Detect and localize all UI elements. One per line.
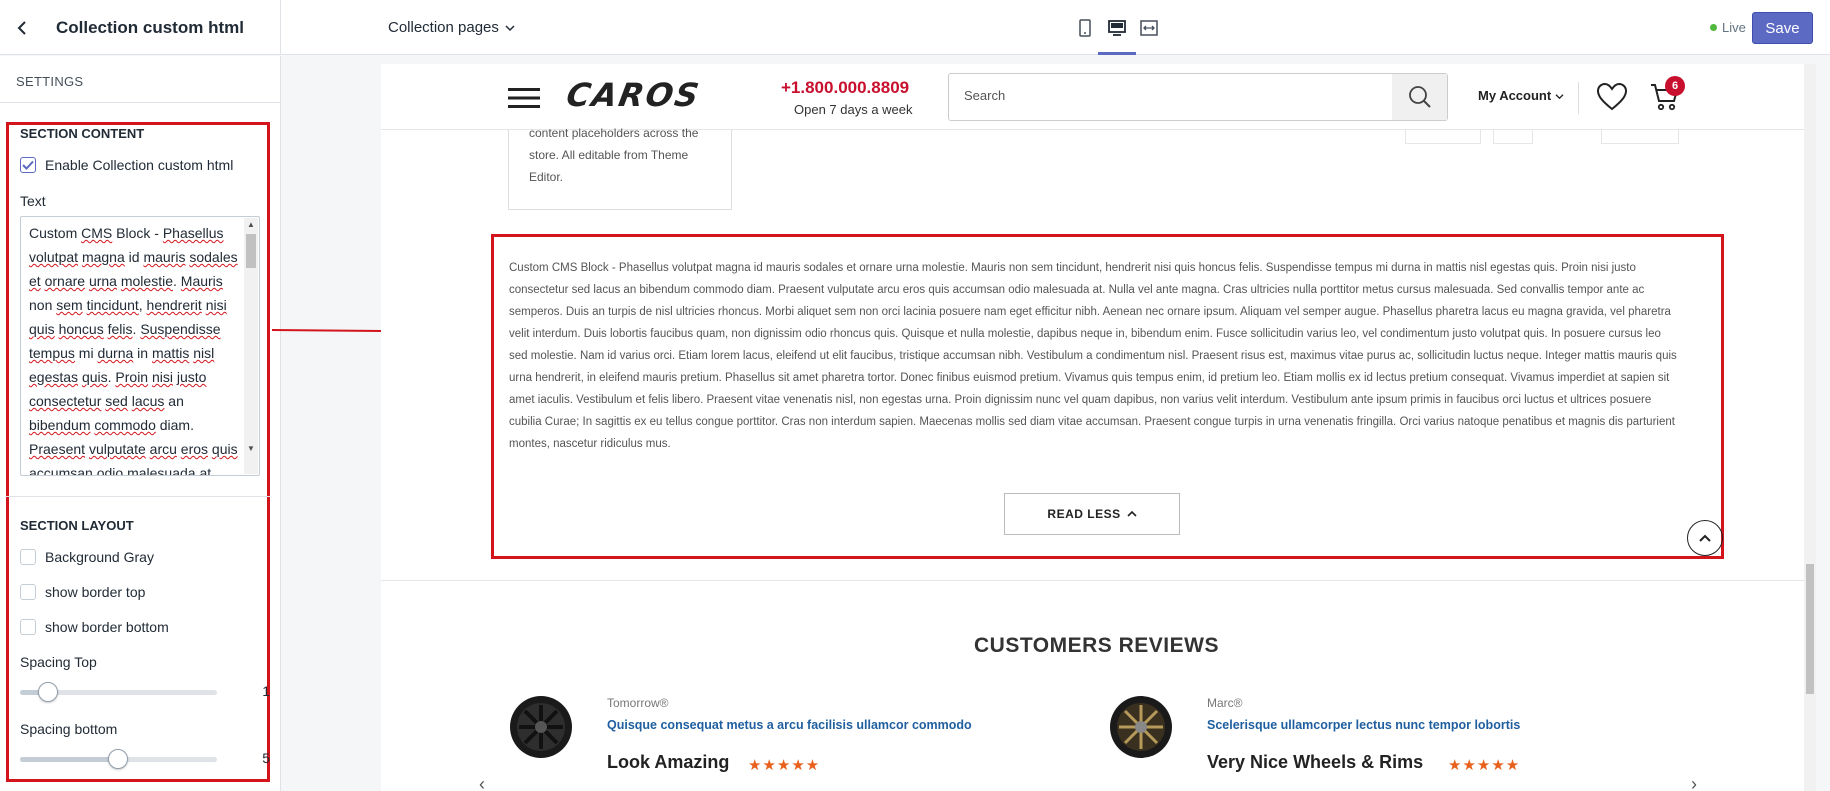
section-layout-heading: SECTION LAYOUT	[20, 518, 134, 533]
spacing-top-label: Spacing Top	[20, 654, 97, 670]
panel-title: Collection custom html	[56, 17, 244, 37]
border-top-row[interactable]: show border top	[20, 584, 145, 600]
save-button[interactable]: Save	[1752, 12, 1813, 44]
rating-stars: ★★★★★	[748, 757, 821, 774]
mobile-view-icon[interactable]	[1074, 0, 1096, 55]
panel-header: Collection custom html	[0, 0, 281, 55]
rating-stars: ★★★★★	[1448, 757, 1521, 774]
custom-html-block: Custom CMS Block - Phasellus volutpat ma…	[491, 234, 1724, 559]
textarea-content: Custom CMS Block - Phasellus volutpat ma…	[29, 225, 238, 476]
carousel-next-icon[interactable]: ›	[1691, 774, 1697, 791]
editor-topbar: Collection custom html Collection pages …	[0, 0, 1830, 55]
spacing-top-slider[interactable]	[20, 682, 217, 702]
phone-number[interactable]: +1.800.000.8809	[781, 78, 909, 98]
background-gray-row[interactable]: Background Gray	[20, 549, 154, 565]
cart-count-badge: 6	[1665, 76, 1685, 96]
spacing-top-value: 1	[262, 683, 270, 699]
search-input[interactable]: Search	[964, 88, 1005, 103]
back-chevron-icon[interactable]	[2, 0, 42, 55]
site-logo[interactable]: CAROS	[564, 76, 704, 114]
storefront-preview: CAROS +1.800.000.8809 Open 7 days a week…	[381, 64, 1812, 791]
border-bottom-label: show border bottom	[45, 619, 169, 635]
live-dot-icon	[1710, 24, 1717, 31]
page-selector[interactable]: Collection pages	[388, 0, 515, 55]
review-title: Look Amazing	[607, 752, 730, 772]
scroll-down-icon[interactable]: ▼	[246, 444, 256, 454]
site-header: CAROS +1.800.000.8809 Open 7 days a week…	[381, 64, 1812, 130]
review-author: Tomorrow®	[607, 696, 669, 710]
review-title: Very Nice Wheels & Rims	[1207, 752, 1424, 772]
settings-sidebar: SETTINGS SECTION CONTENT Enable Collecti…	[0, 56, 281, 791]
search-button[interactable]	[1392, 74, 1447, 120]
desktop-view-icon[interactable]	[1098, 0, 1136, 55]
scroll-thumb[interactable]	[246, 234, 256, 268]
review-card: Tomorrow® Quisque consequat metus a arcu…	[508, 694, 1028, 784]
slider-thumb[interactable]	[38, 682, 58, 702]
border-bottom-row[interactable]: show border bottom	[20, 619, 169, 635]
review-product-link[interactable]: Quisque consequat metus a arcu facilisis…	[607, 718, 972, 732]
search-icon	[1408, 86, 1431, 108]
partial-element	[1493, 130, 1533, 144]
settings-label: SETTINGS	[16, 74, 84, 89]
wheel-image	[1110, 696, 1172, 758]
chevron-down-icon	[1555, 94, 1564, 100]
live-status: Live	[1710, 20, 1746, 35]
hamburger-menu-icon[interactable]	[508, 88, 540, 108]
spacing-bottom-slider[interactable]	[20, 749, 217, 769]
border-top-label: show border top	[45, 584, 146, 600]
fullwidth-view-icon[interactable]	[1138, 0, 1160, 55]
textarea-scrollbar[interactable]: ▲ ▼	[244, 218, 258, 474]
scroll-to-top-button[interactable]	[1687, 520, 1723, 556]
slider-thumb[interactable]	[108, 749, 128, 769]
read-less-button[interactable]: READ LESS	[1004, 493, 1180, 535]
review-card: Marc® Scelerisque ullamcorper lectus nun…	[1108, 694, 1628, 784]
enable-checkbox-row[interactable]: Enable Collection custom html	[20, 157, 233, 173]
wheel-image	[510, 696, 572, 758]
text-textarea[interactable]: Custom CMS Block - Phasellus volutpat ma…	[20, 216, 260, 476]
slider-fill	[20, 757, 118, 762]
section-content-heading: SECTION CONTENT	[20, 126, 145, 141]
review-product-link[interactable]: Scelerisque ullamcorper lectus nunc temp…	[1207, 718, 1520, 732]
reviews-heading: CUSTOMERS REVIEWS	[974, 634, 1219, 657]
carousel-prev-icon[interactable]: ‹	[479, 774, 485, 791]
section-divider	[381, 580, 1812, 581]
enable-label: Enable Collection custom html	[45, 157, 234, 173]
my-account-menu[interactable]: My Account	[1478, 88, 1564, 103]
divider	[6, 496, 270, 497]
account-label: My Account	[1478, 88, 1552, 103]
chevron-up-icon	[1699, 534, 1711, 542]
partial-element	[1405, 130, 1481, 144]
partial-element	[1601, 130, 1679, 144]
background-gray-label: Background Gray	[45, 549, 154, 565]
spacing-bottom-label: Spacing bottom	[20, 721, 118, 737]
scroll-thumb[interactable]	[1806, 564, 1814, 694]
read-less-label: READ LESS	[1047, 507, 1121, 521]
page-selector-label: Collection pages	[388, 19, 499, 36]
search-bar[interactable]: Search	[948, 73, 1448, 121]
background-gray-checkbox[interactable]	[20, 549, 36, 565]
chevron-up-icon	[1127, 510, 1137, 517]
device-switcher	[1074, 0, 1160, 55]
chevron-down-icon	[505, 24, 515, 31]
border-bottom-checkbox[interactable]	[20, 619, 36, 635]
cms-block-text: Custom CMS Block - Phasellus volutpat ma…	[509, 262, 1677, 450]
review-author: Marc®	[1207, 696, 1243, 710]
border-top-checkbox[interactable]	[20, 584, 36, 600]
promo-card: content placeholders across the store. A…	[508, 126, 732, 210]
divider	[1578, 82, 1579, 114]
live-label: Live	[1722, 20, 1746, 35]
phone-hours: Open 7 days a week	[794, 102, 913, 117]
heart-icon[interactable]	[1596, 82, 1628, 112]
promo-text: content placeholders across the store. A…	[529, 126, 699, 184]
enable-checkbox[interactable]	[20, 157, 36, 173]
text-field-label: Text	[20, 193, 46, 209]
scroll-up-icon[interactable]: ▲	[246, 220, 256, 230]
checkmark-icon	[22, 160, 34, 170]
spacing-bottom-value: 5	[262, 750, 270, 766]
divider	[0, 102, 280, 103]
preview-scrollbar[interactable]	[1804, 64, 1816, 791]
